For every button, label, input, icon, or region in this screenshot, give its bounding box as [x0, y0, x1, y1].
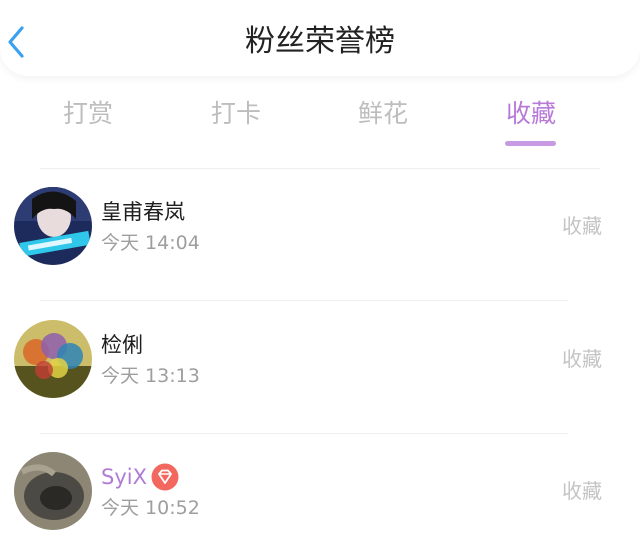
tab-favorites[interactable]: 收藏 — [476, 96, 586, 132]
fan-list-item[interactable]: 检俐 今天 13:13 收藏 — [0, 313, 640, 403]
diamond-badge-icon — [151, 463, 179, 491]
fan-list-item[interactable]: SyiX 今天 10:52 收藏 — [0, 445, 640, 535]
tab-bar: 打赏 打卡 鲜花 收藏 — [0, 96, 640, 148]
action-label: 收藏 — [562, 347, 602, 371]
divider — [40, 300, 568, 301]
action-label: 收藏 — [562, 479, 602, 503]
divider — [40, 433, 568, 434]
tab-checkin[interactable]: 打卡 — [181, 96, 291, 132]
divider — [40, 168, 600, 169]
tab-flowers[interactable]: 鲜花 — [328, 96, 438, 132]
fan-name: 皇甫春岚 — [101, 200, 185, 224]
fan-name: SyiX — [101, 465, 147, 489]
action-label: 收藏 — [562, 214, 602, 238]
page-title: 粉丝荣誉榜 — [245, 24, 395, 59]
fan-time: 今天 14:04 — [101, 232, 200, 254]
fan-time: 今天 13:13 — [101, 365, 200, 387]
tab-reward[interactable]: 打赏 — [33, 96, 143, 132]
fan-time: 今天 10:52 — [101, 497, 200, 519]
avatar — [14, 452, 92, 530]
header-bar: 粉丝荣誉榜 — [0, 0, 640, 76]
avatar — [14, 187, 92, 265]
fan-list-item[interactable]: 皇甫春岚 今天 14:04 收藏 — [0, 180, 640, 270]
fan-name: 检俐 — [101, 333, 143, 357]
avatar — [14, 320, 92, 398]
active-tab-indicator — [505, 141, 556, 146]
